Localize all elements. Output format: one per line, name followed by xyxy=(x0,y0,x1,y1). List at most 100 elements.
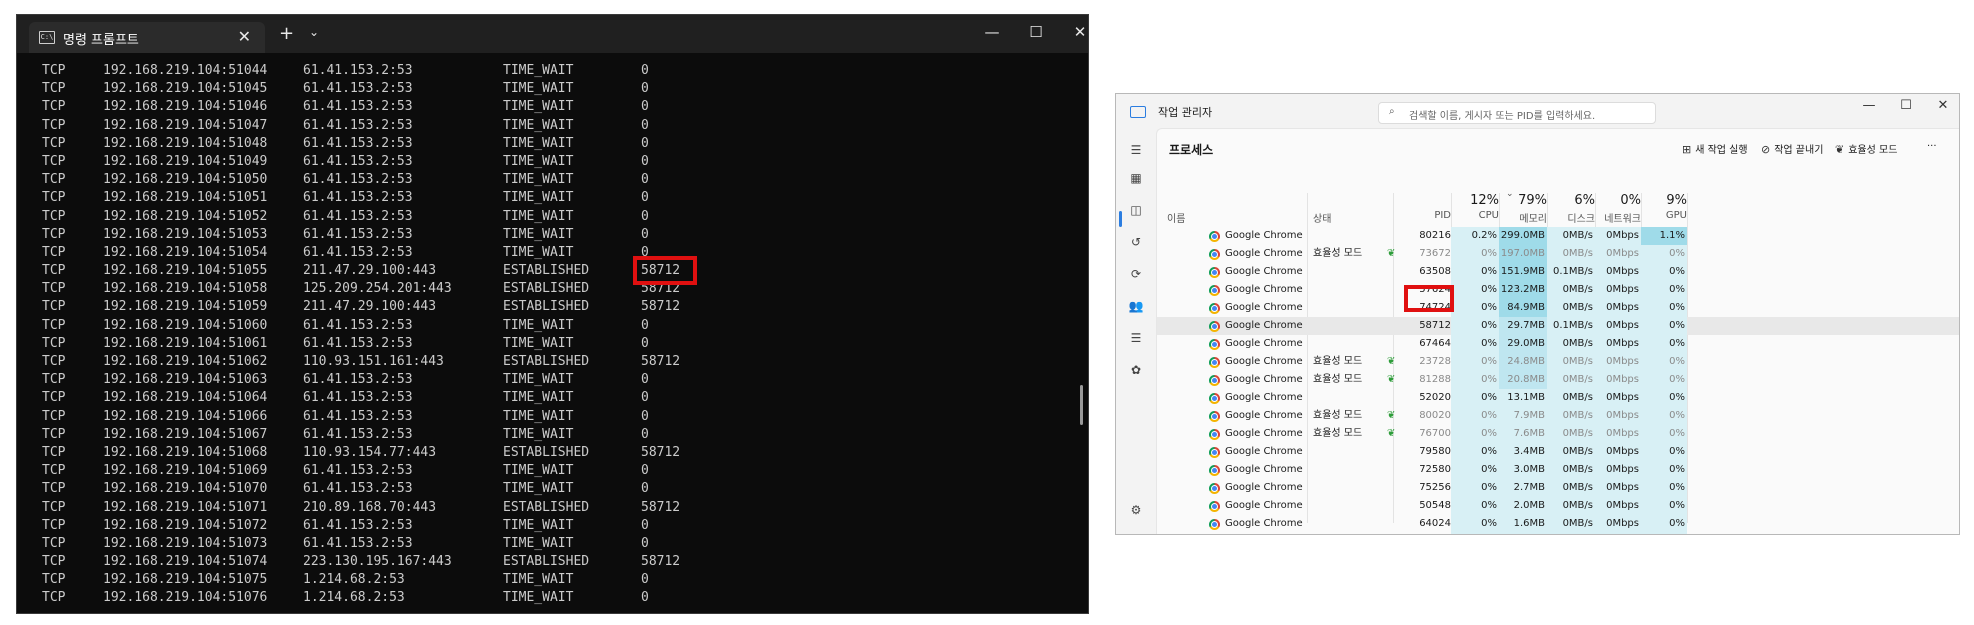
name-cell: Google Chrome xyxy=(1225,266,1303,277)
run-new-task-label: 새 작업 실행 xyxy=(1695,145,1748,156)
details-icon[interactable]: ☰ xyxy=(1128,330,1144,346)
terminal-line: TCP 192.168.219.104:51073 61.41.153.2:53 TI… xyxy=(17,535,1088,553)
cpu-cell: 0% xyxy=(1481,356,1497,367)
protocol-cell: TCP xyxy=(42,426,66,442)
disk-cell: 0MB/s xyxy=(1562,428,1593,439)
close-window-button[interactable]: ✕ xyxy=(1065,23,1088,41)
terminal-line: TCP 192.168.219.104:51047 61.41.153.2:53 TI… xyxy=(17,117,1088,135)
table-row[interactable]: Google Chrome259320%0.7MB0MB/s0Mbps0% xyxy=(1157,533,1959,534)
hamburger-menu-icon[interactable]: ☰ xyxy=(1128,142,1144,158)
gear-icon[interactable]: ⚙ xyxy=(1128,502,1144,518)
protocol-cell: TCP xyxy=(42,390,66,406)
disk-cell: 0MB/s xyxy=(1562,518,1593,529)
table-row[interactable]: Google Chrome 50548 0% 2.0MB 0MB/s 0Mbps 0% xyxy=(1157,497,1959,515)
table-row[interactable]: Google Chrome 72580 0% 3.0MB 0MB/s 0Mbps 0% xyxy=(1157,461,1959,479)
net-cell: 0Mbps xyxy=(1606,392,1639,403)
net-cell: 0Mbps xyxy=(1606,500,1639,511)
gpu-cell: 0% xyxy=(1669,500,1685,511)
table-row[interactable]: Google Chrome 52020 0% 13.1MB 0MB/s 0Mbps 0% xyxy=(1157,389,1959,407)
status-cell xyxy=(1313,443,1393,461)
net-cell: 0Mbps xyxy=(1606,374,1639,385)
end-task-label: 작업 끝내기 xyxy=(1774,145,1824,156)
status-cell xyxy=(1313,299,1393,317)
table-row[interactable]: Google Chrome 67464 0% 29.0MB 0MB/s 0Mbps 0% xyxy=(1157,335,1959,353)
pid-cell: 52020 xyxy=(1419,392,1451,403)
close-tab-icon[interactable]: ✕ xyxy=(238,27,251,46)
protocol-cell: TCP xyxy=(42,99,66,115)
column-header-gpu[interactable]: GPU xyxy=(1641,210,1687,221)
foreign-address-cell: 61.41.153.2:53 xyxy=(303,172,413,188)
table-row[interactable]: Google Chrome 57624 0% 123.2MB 0MB/s 0Mbps 0% xyxy=(1157,281,1959,299)
column-header-memory[interactable]: 메모리 xyxy=(1499,210,1547,225)
table-row[interactable]: Google Chrome 74724 0% 84.9MB 0MB/s 0Mbps 0% xyxy=(1157,299,1959,317)
table-row[interactable]: Google Chrome 효율성 모드 73672 0% 197.0MB 0MB/s 0M… xyxy=(1157,245,1959,263)
terminal-line: TCP 192.168.219.104:51064 61.41.153.2:53 TI… xyxy=(17,389,1088,407)
status-cell xyxy=(1313,281,1393,299)
gpu-cell: 0% xyxy=(1669,464,1685,475)
table-row[interactable]: Google Chrome 58712 0% 29.7MB 0.1MB/s 0Mbps 0% xyxy=(1157,317,1959,335)
table-row[interactable]: Google Chrome 효율성 모드 80020 0% 7.9MB 0MB/s 0Mbp… xyxy=(1157,407,1959,425)
disk-cell: 0MB/s xyxy=(1562,248,1593,259)
efficiency-leaf-icon: ❦ xyxy=(1387,374,1396,385)
name-cell: Google Chrome xyxy=(1225,320,1303,331)
status-cell: 효율성 모드 xyxy=(1313,428,1363,439)
minimize-button[interactable]: — xyxy=(977,23,1007,41)
column-header-pid[interactable]: PID xyxy=(1395,210,1451,221)
local-address-cell: 192.168.219.104:51070 xyxy=(103,481,268,497)
startup-apps-icon[interactable]: ⟳ xyxy=(1128,266,1144,282)
disk-cell: 0MB/s xyxy=(1562,356,1593,367)
users-icon[interactable]: 👥 xyxy=(1128,298,1144,314)
foreign-address-cell: 110.93.154.77:443 xyxy=(303,444,437,460)
cpu-cell: 0% xyxy=(1481,284,1497,295)
services-icon[interactable]: ✿ xyxy=(1128,362,1144,378)
performance-icon[interactable]: ◫ xyxy=(1128,202,1144,218)
table-row[interactable]: Google Chrome 63508 0% 151.9MB 0.1MB/s 0Mbps 0… xyxy=(1157,263,1959,281)
column-header-network[interactable]: 네트워크 xyxy=(1595,210,1641,225)
efficiency-mode-button[interactable]: ❦ 효율성 모드 xyxy=(1835,141,1897,156)
new-tab-button[interactable]: + xyxy=(279,23,294,44)
table-row[interactable]: Google Chrome 79580 0% 3.4MB 0MB/s 0Mbps 0% xyxy=(1157,443,1959,461)
net-cell: 0Mbps xyxy=(1606,320,1639,331)
close-window-button[interactable]: ✕ xyxy=(1931,98,1955,113)
table-row[interactable]: Google Chrome 효율성 모드 76700 0% 7.6MB 0MB/s 0Mbp… xyxy=(1157,425,1959,443)
column-header-name[interactable]: 이름 xyxy=(1167,210,1317,225)
search-input[interactable]: ⌕ 검색할 이름, 게시자 또는 PID를 입력하세요. xyxy=(1378,102,1656,124)
chrome-icon xyxy=(1209,483,1220,494)
disk-cell: 0MB/s xyxy=(1562,392,1593,403)
column-header-status[interactable]: 상태 xyxy=(1313,210,1393,225)
maximize-button[interactable]: ☐ xyxy=(1021,23,1051,41)
terminal-output: TCP 192.168.219.104:51044 61.41.153.2:53 TI… xyxy=(17,62,1088,608)
table-row[interactable]: Google Chrome 효율성 모드 81288 0% 20.8MB 0MB/s 0Mb… xyxy=(1157,371,1959,389)
table-row[interactable]: Google Chrome 64024 0% 1.6MB 0MB/s 0Mbps 0% xyxy=(1157,515,1959,533)
processes-icon[interactable]: ▦ xyxy=(1128,170,1144,186)
minimize-button[interactable]: — xyxy=(1857,98,1881,113)
table-row[interactable]: Google Chrome 효율성 모드 23728 0% 24.8MB 0MB/s 0Mb… xyxy=(1157,353,1959,371)
maximize-button[interactable]: ☐ xyxy=(1894,98,1918,113)
table-row[interactable]: Google Chrome 80216 0.2% 299.0MB 0MB/s 0Mbps 1… xyxy=(1157,227,1959,245)
app-history-icon[interactable]: ↺ xyxy=(1128,234,1144,250)
end-task-button[interactable]: ⊘ 작업 끝내기 xyxy=(1761,141,1823,156)
column-header-cpu[interactable]: CPU xyxy=(1451,210,1499,221)
foreign-address-cell: 61.41.153.2:53 xyxy=(303,226,413,242)
pid-cell: 80020 xyxy=(1419,410,1451,421)
column-header-disk[interactable]: 디스크 xyxy=(1547,210,1595,225)
efficiency-leaf-icon: ❦ xyxy=(1387,410,1396,421)
chevron-down-icon[interactable]: ⌄ xyxy=(309,25,319,39)
pid-cell: 72580 xyxy=(1419,464,1451,475)
state-cell: TIME_WAIT xyxy=(503,226,574,242)
local-address-cell: 192.168.219.104:51053 xyxy=(103,226,268,242)
local-address-cell: 192.168.219.104:51063 xyxy=(103,372,268,388)
table-row[interactable]: Google Chrome 75256 0% 2.7MB 0MB/s 0Mbps 0% xyxy=(1157,479,1959,497)
terminal-tab[interactable]: C:\ 명령 프롬프트 ✕ xyxy=(29,22,265,53)
foreign-address-cell: 61.41.153.2:53 xyxy=(303,535,413,551)
pid-cell: 79580 xyxy=(1419,446,1451,457)
protocol-cell: TCP xyxy=(42,299,66,315)
task-manager-icon xyxy=(1130,106,1146,118)
pid-cell: 75256 xyxy=(1419,482,1451,493)
run-new-task-button[interactable]: ⊞ 새 작업 실행 xyxy=(1682,141,1748,156)
disk-cell: 0.1MB/s xyxy=(1553,320,1593,331)
terminal-scrollbar[interactable] xyxy=(1080,385,1083,425)
foreign-address-cell: 223.130.195.167:443 xyxy=(303,554,452,570)
pid-cell: 0 xyxy=(641,117,649,133)
more-options-button[interactable]: ··· xyxy=(1927,141,1937,152)
